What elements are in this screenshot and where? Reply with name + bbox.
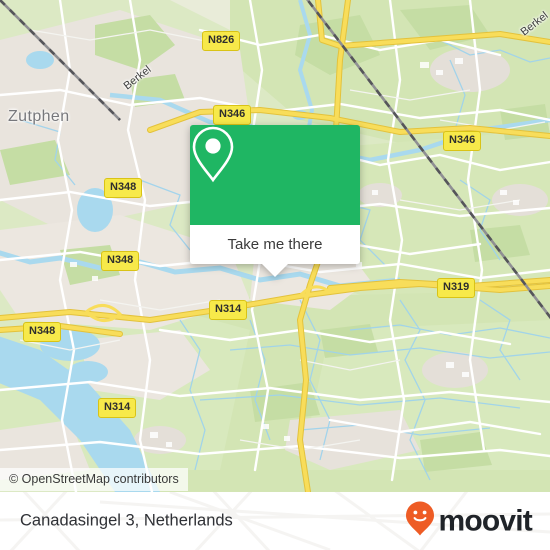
road-shield-n319[interactable]: N319 bbox=[437, 278, 476, 298]
map-canvas[interactable]: Zutphen Berkel Berkel N826 N346 N346 N34… bbox=[0, 0, 550, 492]
popup-pointer-tail bbox=[262, 264, 288, 277]
moovit-pin-smiley-icon bbox=[405, 501, 435, 542]
road-shield-n346-west[interactable]: N346 bbox=[213, 105, 252, 125]
address-label: Canadasingel 3, Netherlands bbox=[20, 511, 233, 530]
road-shield-n348-west[interactable]: N348 bbox=[23, 322, 62, 342]
footer-bar: Canadasingel 3, Netherlands moovit bbox=[0, 492, 550, 550]
road-shield-n348-north[interactable]: N348 bbox=[104, 178, 143, 198]
location-popup-card[interactable]: Take me there bbox=[190, 125, 360, 277]
road-shield-n348-mid[interactable]: N348 bbox=[101, 251, 140, 271]
take-me-there-button[interactable]: Take me there bbox=[190, 225, 360, 264]
moovit-wordmark: moovit bbox=[438, 504, 532, 537]
road-shield-n826[interactable]: N826 bbox=[202, 31, 241, 51]
place-label-zutphen: Zutphen bbox=[8, 108, 70, 125]
popup-icon-area bbox=[190, 125, 360, 225]
moovit-logo[interactable]: moovit bbox=[405, 501, 533, 542]
moovit-map-screenshot: Zutphen Berkel Berkel N826 N346 N346 N34… bbox=[0, 0, 550, 550]
road-shield-n314-center[interactable]: N314 bbox=[209, 300, 248, 320]
osm-attribution[interactable]: © OpenStreetMap contributors bbox=[0, 468, 188, 491]
road-shield-n346-east[interactable]: N346 bbox=[443, 131, 482, 151]
road-shield-n314-south[interactable]: N314 bbox=[98, 398, 137, 418]
